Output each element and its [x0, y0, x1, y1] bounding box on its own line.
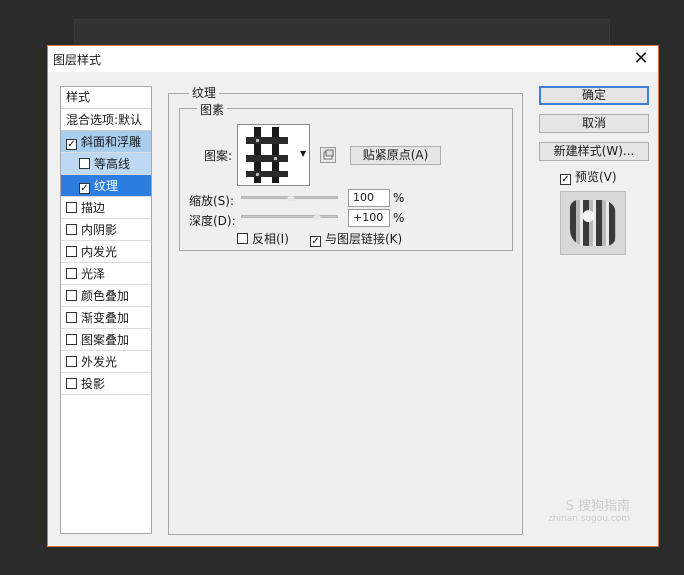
styles-list: 样式 混合选项:默认 ✓ 斜面和浮雕 等高线 ✓ 纹理 描边 内阴影 内发光 光泽 …	[60, 86, 152, 534]
style-item-label: 投影	[81, 377, 106, 391]
invert-label: 反相(I)	[252, 232, 289, 246]
scale-label: 缩放(S):	[189, 194, 235, 208]
link-with-layer-checkbox[interactable]: ✓	[310, 236, 321, 247]
style-item-inner-glow[interactable]: 内发光	[61, 241, 151, 263]
watermark-url: zhinan.sogou.com	[548, 514, 630, 524]
checkbox-gradient-overlay[interactable]	[66, 312, 77, 323]
style-item-contour[interactable]: 等高线	[61, 153, 151, 175]
checkbox-color-overlay[interactable]	[66, 290, 77, 301]
style-item-stroke[interactable]: 描边	[61, 197, 151, 219]
style-item-outer-glow[interactable]: 外发光	[61, 351, 151, 373]
style-item-texture[interactable]: ✓ 纹理	[61, 175, 151, 197]
style-item-label: 内发光	[81, 245, 118, 259]
style-item-label: 渐变叠加	[81, 311, 130, 325]
scale-input[interactable]: 100	[348, 189, 390, 207]
style-item-satin[interactable]: 光泽	[61, 263, 151, 285]
scale-unit: %	[393, 191, 405, 205]
style-item-inner-shadow[interactable]: 内阴影	[61, 219, 151, 241]
depth-input[interactable]: +100	[348, 209, 390, 227]
checkbox-drop-shadow[interactable]	[66, 378, 77, 389]
style-item-label: 颜色叠加	[81, 289, 130, 303]
section-title-texture: 纹理	[189, 84, 220, 101]
watermark-title: S 搜狗指南	[565, 499, 630, 514]
snap-to-origin-button[interactable]: 贴紧原点(A)	[350, 146, 441, 165]
link-with-layer-option[interactable]: ✓ 与图层链接(K)	[310, 230, 402, 247]
style-item-label: 斜面和浮雕	[81, 135, 142, 149]
window-title: 图层样式	[53, 53, 102, 67]
chevron-down-icon[interactable]: ▼	[300, 149, 310, 159]
title-bar: 图层样式 ✕	[48, 46, 658, 72]
scale-slider-handle[interactable]	[285, 191, 297, 202]
checkbox-outer-glow[interactable]	[66, 356, 77, 367]
invert-checkbox[interactable]	[237, 233, 248, 244]
style-item-label: 纹理	[94, 179, 119, 193]
checkbox-satin[interactable]	[66, 268, 77, 279]
checkbox-contour[interactable]	[79, 158, 90, 169]
checkbox-stroke[interactable]	[66, 202, 77, 213]
style-item-label: 图案叠加	[81, 333, 130, 347]
style-item-color-overlay[interactable]: 颜色叠加	[61, 285, 151, 307]
checkbox-texture[interactable]: ✓	[79, 183, 90, 194]
layer-style-dialog: 图层样式 ✕ 样式 混合选项:默认 ✓ 斜面和浮雕 等高线 ✓ 纹理 描边 内阴影 …	[47, 45, 659, 547]
style-item-bevel-emboss[interactable]: ✓ 斜面和浮雕	[61, 131, 151, 153]
preview-option[interactable]: ✓ 预览(V)	[560, 168, 617, 185]
style-item-gradient-overlay[interactable]: 渐变叠加	[61, 307, 151, 329]
style-item-drop-shadow[interactable]: 投影	[61, 373, 151, 395]
style-item-label: 外发光	[81, 355, 118, 369]
style-item-label: 等高线	[94, 157, 131, 171]
style-item-label: 内阴影	[81, 223, 118, 237]
styles-header[interactable]: 样式	[61, 87, 151, 109]
new-preset-icon[interactable]	[320, 147, 336, 163]
cancel-button[interactable]: 取消	[539, 114, 649, 133]
pattern-label: 图案:	[204, 149, 233, 163]
pattern-preview-icon	[238, 125, 301, 185]
preview-checkbox[interactable]: ✓	[560, 174, 571, 185]
close-icon[interactable]: ✕	[630, 48, 652, 70]
checkbox-inner-glow[interactable]	[66, 246, 77, 257]
checkbox-bevel-emboss[interactable]: ✓	[66, 139, 77, 150]
new-style-button[interactable]: 新建样式(W)...	[539, 142, 649, 161]
ok-button[interactable]: 确定	[539, 86, 649, 105]
blend-options-item[interactable]: 混合选项:默认	[61, 109, 151, 131]
checkbox-pattern-overlay[interactable]	[66, 334, 77, 345]
style-item-pattern-overlay[interactable]: 图案叠加	[61, 329, 151, 351]
depth-slider[interactable]	[241, 210, 338, 221]
checkbox-inner-shadow[interactable]	[66, 224, 77, 235]
elements-group: 图素 图案: ▼ 贴紧原点(A) 缩放(S): 100 % 深度(D): +10…	[179, 101, 513, 251]
texture-panel: 纹理 图素 图案: ▼ 贴紧原点(A) 缩放(S): 100 % 深度(D): …	[168, 84, 523, 535]
group-title-elements: 图素	[197, 101, 228, 118]
link-with-layer-label: 与图层链接(K)	[325, 232, 403, 246]
scale-slider[interactable]	[241, 191, 338, 202]
depth-unit: %	[393, 211, 405, 225]
style-item-label: 光泽	[81, 267, 106, 281]
preview-label: 预览(V)	[575, 170, 617, 184]
depth-label: 深度(D):	[189, 214, 236, 228]
watermark: S 搜狗指南 zhinan.sogou.com	[548, 495, 630, 524]
style-preview-thumbnail	[560, 191, 626, 255]
style-preview-image	[570, 200, 616, 246]
depth-slider-handle[interactable]	[311, 210, 323, 221]
style-item-label: 描边	[81, 201, 106, 215]
invert-option[interactable]: 反相(I)	[237, 230, 289, 247]
